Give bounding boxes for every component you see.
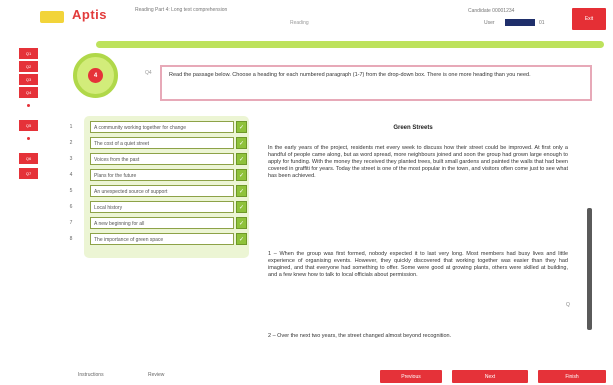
passage-paragraph-intro: In the early years of the project, resid… [268,145,568,179]
passage-scrollbar[interactable] [587,208,592,330]
passage-title: Green Streets [393,125,433,131]
question-navigator: Q1 Q2 Q3 Q4 Q5 Q6 Q7 [0,34,60,334]
check-icon: ✓ [236,169,247,181]
check-icon: ✓ [236,233,247,245]
heading-select[interactable]: Local history [90,201,234,213]
answer-row: 7 A new beginning for all ✓ [70,216,249,230]
heading-select[interactable]: The cost of a quiet street [90,137,234,149]
app-header: Aptis Reading Part 4: Long text comprehe… [0,0,613,34]
answer-row: 2 The cost of a quiet street ✓ [70,136,249,150]
next-button[interactable]: Next [452,370,528,383]
answer-number: 7 [69,220,73,226]
heading-select[interactable]: Plans for the future [90,169,234,181]
answer-number: 5 [69,188,73,194]
answer-number: 2 [69,140,73,146]
answer-list: 1 A community working together for chang… [70,116,249,258]
finish-button[interactable]: Finish [538,370,606,383]
user-indicator [505,19,535,26]
previous-button[interactable]: Previous [380,370,442,383]
nav-question-3[interactable]: Q3 [19,74,38,85]
question-number-badge: 4 [88,68,103,83]
answer-row: 3 Voices from the past ✓ [70,152,249,166]
progress-band [96,41,604,48]
answer-number: 3 [69,156,73,162]
nav-question-1[interactable]: Q1 [19,48,38,59]
check-icon: ✓ [236,121,247,133]
check-icon: ✓ [236,201,247,213]
nav-question-7[interactable]: Q7 [19,168,38,179]
answer-number: 4 [69,172,73,178]
answer-number: 6 [69,204,73,210]
heading-select[interactable]: The importance of green space [90,233,234,245]
answer-row: 1 A community working together for chang… [70,120,249,134]
passage-paragraph-1: 1 – When the group was first formed, nob… [268,251,568,278]
nav-question-5[interactable]: Q5 [19,120,38,131]
exit-button[interactable]: Exit [572,8,606,30]
nav-question-2[interactable]: Q2 [19,61,38,72]
check-icon: ✓ [236,137,247,149]
section-name: Reading [290,20,309,26]
nav-question-4[interactable]: Q4 [19,87,38,98]
answer-number: 8 [69,236,73,242]
reading-passage[interactable]: Green Streets In the early years of the … [258,115,584,347]
heading-select[interactable]: Voices from the past [90,153,234,165]
heading-select[interactable]: An unexpected source of support [90,185,234,197]
answer-row: 8 The importance of green space ✓ [70,232,249,246]
nav-question-6[interactable]: Q6 [19,153,38,164]
instructions-link[interactable]: Instructions [78,372,104,378]
passage-paragraph-2: 2 – Over the next two years, the street … [268,333,452,339]
check-icon: ✓ [236,185,247,197]
paragraph-marker: Q [566,302,570,308]
answer-number: 1 [69,124,73,130]
user-number: 01 [539,20,545,26]
heading-select[interactable]: A new beginning for all [90,217,234,229]
check-icon: ✓ [236,153,247,165]
page-title: Reading Part 4: Long text comprehension [135,7,228,13]
review-link[interactable]: Review [148,372,164,378]
brand-logo: Aptis [72,7,107,22]
question-prompt: Read the passage below. Choose a heading… [160,65,592,101]
brand-logo-mark [40,11,64,23]
nav-separator [27,137,30,140]
heading-select[interactable]: A community working together for change [90,121,234,133]
check-icon: ✓ [236,217,247,229]
answer-row: 4 Plans for the future ✓ [70,168,249,182]
answer-row: 6 Local history ✓ [70,200,249,214]
nav-separator [27,104,30,107]
answer-row: 5 An unexpected source of support ✓ [70,184,249,198]
user-label: User [484,20,495,26]
question-label: Q4 [145,70,152,76]
candidate-info: Candidate 00001234 [468,8,515,14]
